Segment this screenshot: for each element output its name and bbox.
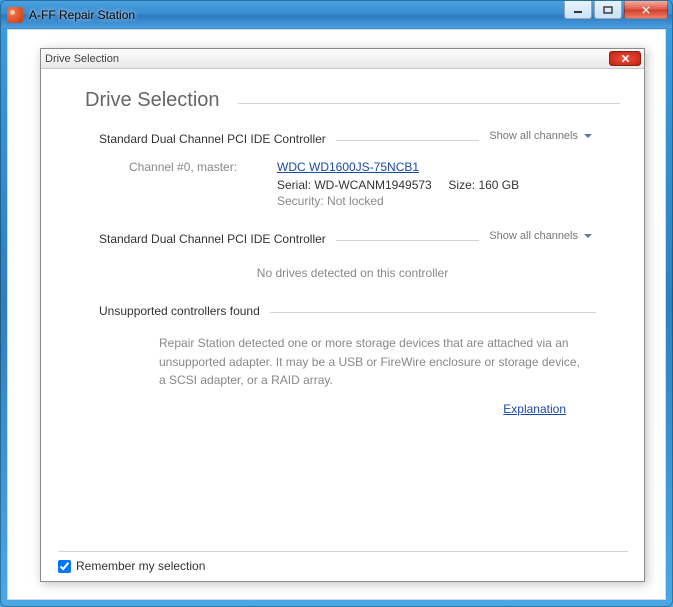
chevron-down-icon [584,134,592,138]
channel-row: Channel #0, master: WDC WD1600JS-75NCB1 [99,150,606,176]
explanation-link[interactable]: Explanation [503,402,566,416]
app-icon [7,7,23,23]
divider [58,551,628,553]
remember-checkbox[interactable] [58,560,71,573]
size-label: Size: [448,178,475,192]
drive-serial-row: Serial: WD-WCANM1949573 Size: 160 GB [99,178,606,192]
explanation-wrap: Explanation [99,396,606,416]
remember-label: Remember my selection [76,559,205,573]
section-heading: Drive Selection [59,77,238,116]
security-value: Not locked [327,194,384,208]
dialog-close-button[interactable] [609,51,641,66]
controller-label: Standard Dual Channel PCI IDE Controller [99,232,336,246]
size-value: 160 GB [478,178,519,192]
controller-header: Standard Dual Channel PCI IDE Controller… [99,122,606,150]
chevron-down-icon [584,234,592,238]
show-all-channels-label: Show all channels [489,230,578,242]
dialog-bottom: Remember my selection [58,551,628,573]
unsupported-label: Unsupported controllers found [99,304,270,318]
section-heading-wrap: Drive Selection [59,77,626,116]
unsupported-group: Unsupported controllers found Repair Sta… [59,294,626,416]
controller-label: Standard Dual Channel PCI IDE Controller [99,132,336,146]
drive-security-row: Security: Not locked [99,194,606,208]
minimize-button[interactable] [564,1,592,19]
unsupported-header: Unsupported controllers found [99,294,606,322]
close-button[interactable] [624,1,668,19]
controller-group: Standard Dual Channel PCI IDE Controller… [59,222,626,290]
channel-label: Channel #0, master: [129,160,277,174]
app-title: A-FF Repair Station [29,8,135,22]
dialog-titlebar: Drive Selection [41,49,644,69]
app-titlebar: A-FF Repair Station [1,1,672,29]
no-drives-message: No drives detected on this controller [99,250,606,290]
dialog-body: Drive Selection Standard Dual Channel PC… [41,69,644,581]
serial-value: WD-WCANM1949573 [314,178,431,192]
unsupported-body: Repair Station detected one or more stor… [99,322,606,396]
app-window: A-FF Repair Station Drive Selection [0,0,673,607]
maximize-icon [603,6,613,14]
maximize-button[interactable] [594,1,622,19]
drive-selection-dialog: Drive Selection Drive Selection Standard… [40,48,645,582]
minimize-icon [573,6,583,14]
controller-group: Standard Dual Channel PCI IDE Controller… [59,122,626,208]
show-all-channels-link[interactable]: Show all channels [479,130,596,142]
show-all-channels-label: Show all channels [489,130,578,142]
window-controls [564,1,668,19]
show-all-channels-link[interactable]: Show all channels [479,230,596,242]
close-icon [641,6,651,14]
remember-selection[interactable]: Remember my selection [58,559,628,573]
app-body: Drive Selection Drive Selection Standard… [7,29,666,600]
serial-label: Serial: [277,178,311,192]
security-label: Security: [277,194,324,208]
close-icon [621,54,630,63]
drive-model-link[interactable]: WDC WD1600JS-75NCB1 [277,160,419,174]
controller-header: Standard Dual Channel PCI IDE Controller… [99,222,606,250]
dialog-title: Drive Selection [45,53,119,65]
